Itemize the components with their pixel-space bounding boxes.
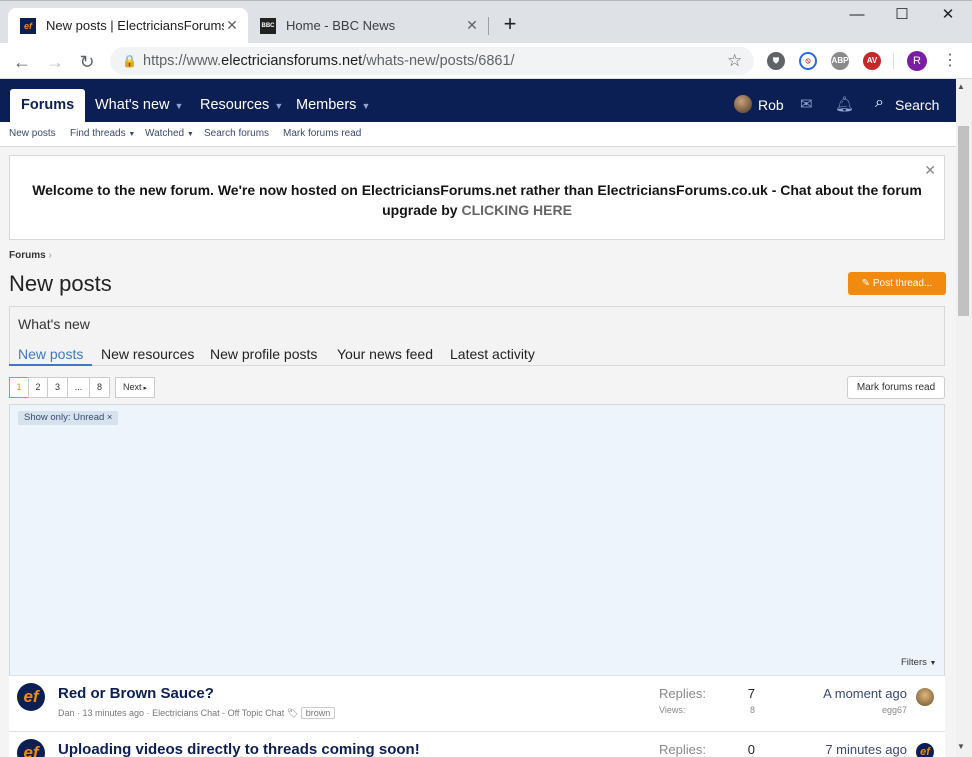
thread-meta: Dan · 13 minutes ago · Electricians Chat… [58,707,336,719]
minimize-button[interactable]: — [834,0,880,30]
thread-time: 13 minutes ago [82,708,145,718]
thread-title[interactable]: Uploading videos directly to threads com… [58,741,420,757]
nav-members[interactable]: Members ▼ [285,89,381,122]
breadcrumb[interactable]: Forums › [9,250,52,261]
chevron-right-icon: ▸ [141,385,147,392]
subnav-new-posts[interactable]: New posts [9,128,56,139]
ef-favicon-icon: ef [20,17,36,34]
close-icon[interactable]: ✕ [924,160,936,180]
nav-whats-new[interactable]: What's new ▼ [84,89,194,122]
subnav-find-threads[interactable]: Find threads ▼ [70,128,135,139]
remove-filter-icon[interactable]: × [107,412,113,423]
profile-avatar[interactable]: R [907,51,927,71]
caret-down-icon: ▼ [186,131,194,138]
subnav-watched[interactable]: Watched ▼ [145,128,194,139]
caret-down-icon: ▼ [174,101,184,111]
block-extension-icon[interactable]: ⦸ [799,52,817,70]
scroll-up-icon[interactable]: ▲ [957,82,965,91]
last-user-avatar[interactable] [916,688,934,706]
whats-new-title: What's new [18,316,90,332]
search-link[interactable]: Search [895,97,939,113]
shield-extension-icon[interactable]: ⛊ [767,52,785,70]
toolbar-divider [893,53,894,69]
tab-new-profile-posts[interactable]: New profile posts [210,346,317,362]
page-2-button[interactable]: 2 [28,377,48,398]
replies-count: 0 [747,742,755,757]
thread-title[interactable]: Red or Brown Sauce? [58,685,214,702]
back-button[interactable]: ← [10,50,34,74]
tab-new-posts[interactable]: New posts [18,346,83,362]
post-thread-button[interactable]: ✎ Post thread... [848,272,946,295]
last-user-avatar[interactable]: ef [916,743,934,757]
caret-down-icon: ▼ [128,131,136,138]
sub-navigation: New posts Find threads ▼ Watched ▼ Searc… [0,122,956,147]
browser-tab-bbc[interactable]: BBC Home - BBC News ✕ [248,8,488,43]
thread-author[interactable]: Dan [58,708,75,718]
chevron-right-icon: › [48,250,52,261]
active-tab-indicator [9,364,92,366]
last-post-time[interactable]: A moment ago [797,686,907,701]
close-tab-icon[interactable]: ✕ [224,17,240,34]
forward-button[interactable]: → [43,50,67,74]
replies-label: Replies: [659,742,706,757]
nav-resources[interactable]: Resources ▼ [189,89,294,122]
close-tab-icon[interactable]: ✕ [464,17,480,34]
maximize-button[interactable]: ☐ [879,0,925,30]
page-ellipsis-button[interactable]: ... [67,377,90,398]
caret-down-icon: ▼ [361,101,371,111]
thread-forum[interactable]: Electricians Chat - Off Topic Chat [152,708,284,718]
caret-down-icon: ▼ [929,660,937,667]
next-page-button[interactable]: Next ▸ [115,377,155,398]
close-window-button[interactable]: ✕ [925,0,971,30]
url-text[interactable]: https://www.electriciansforums.net/whats… [143,53,515,69]
tab-new-resources[interactable]: New resources [101,346,194,362]
tag-icon: 🏷︎ [286,708,299,718]
mark-forums-read-button[interactable]: Mark forums read [847,376,945,399]
tab-latest-activity[interactable]: Latest activity [450,346,535,362]
thread-avatar[interactable]: ef [17,683,45,711]
tab-title: New posts | ElectriciansForums.net [46,18,224,33]
tab-title: Home - BBC News [286,18,396,33]
page-title: New posts [9,271,112,296]
alerts-bell-icon[interactable]: 🔔︎ [835,95,854,113]
replies-count: 7 [747,686,755,701]
inbox-icon[interactable]: ✉ [800,95,813,113]
page-1-button[interactable]: 1 [9,377,29,398]
page-8-button[interactable]: 8 [89,377,110,398]
antivirus-extension-icon[interactable]: AV [863,52,881,70]
nav-forums[interactable]: Forums [10,89,86,122]
views-count: 8 [749,705,755,715]
views-label: Views: [659,705,686,715]
browser-menu-icon[interactable]: ⋮ [942,50,958,70]
last-post-time[interactable]: 7 minutes ago [797,742,907,757]
welcome-notice: Welcome to the new forum. We're now host… [9,155,945,240]
compose-icon: ✎ [861,278,873,289]
adblock-extension-icon[interactable]: ABP [831,52,849,70]
reload-button[interactable]: ↻ [75,50,99,74]
user-avatar[interactable] [734,95,752,113]
notice-link[interactable]: CLICKING HERE [461,202,571,218]
subnav-search-forums[interactable]: Search forums [204,128,269,139]
bbc-favicon-icon: BBC [260,17,276,34]
thread-tag[interactable]: brown [300,707,336,719]
bookmark-star-icon[interactable]: ☆ [727,51,742,71]
subnav-mark-forums-read[interactable]: Mark forums read [283,128,361,139]
page-viewport: Forums What's new ▼ Resources ▼ Members ▼ R… [0,79,956,757]
page-3-button[interactable]: 3 [47,377,68,398]
search-icon[interactable]: ⌕ [875,94,884,112]
replies-label: Replies: [659,686,706,701]
browser-tab-active[interactable]: ef New posts | ElectriciansForums.net ✕ [8,8,248,43]
tab-separator [488,17,489,35]
tab-your-news-feed[interactable]: Your news feed [337,346,433,362]
last-post-user[interactable]: egg67 [847,705,907,715]
thread-row[interactable] [9,675,945,731]
caret-down-icon: ▼ [274,101,284,111]
scroll-down-icon[interactable]: ▼ [957,742,965,751]
new-tab-button[interactable]: + [498,12,522,36]
filter-chip-unread[interactable]: Show only: Unread × [18,411,119,425]
scrollbar-thumb[interactable] [958,126,969,316]
filters-menu[interactable]: Filters ▼ [901,657,936,668]
user-name[interactable]: Rob [758,97,784,113]
lock-icon[interactable]: 🔒 [122,54,137,68]
